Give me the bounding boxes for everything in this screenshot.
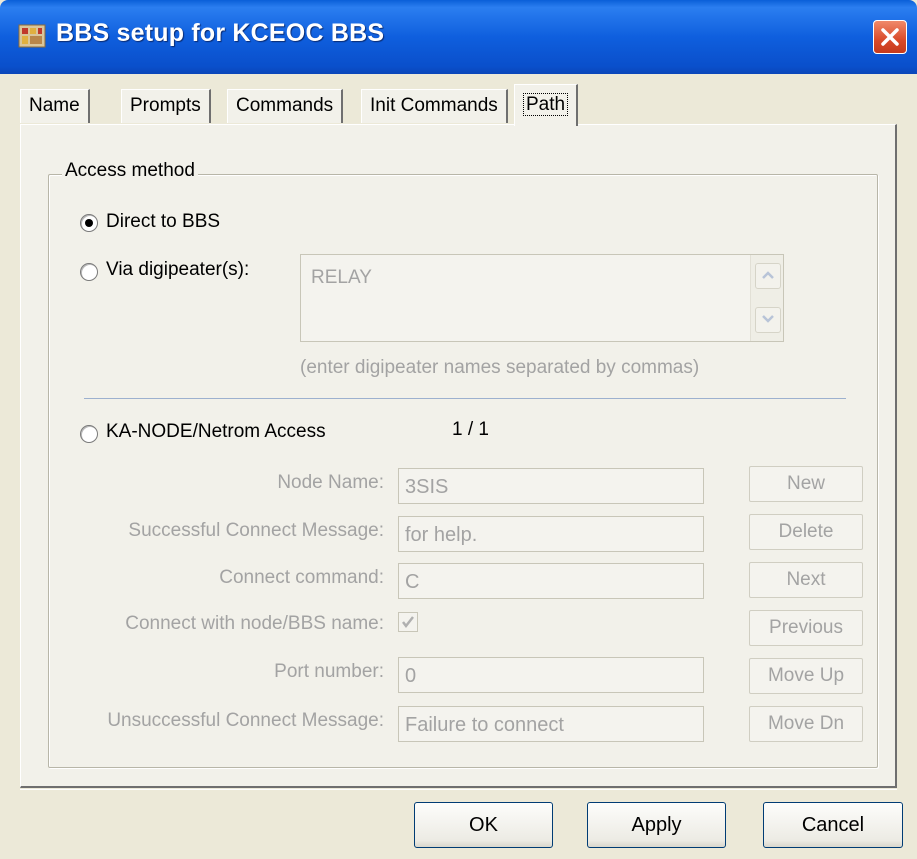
tab-path[interactable]: Path (514, 84, 579, 126)
ka-node-radio[interactable] (80, 425, 98, 443)
chevron-up-icon (762, 271, 774, 279)
window-title: BBS setup for KCEOC BBS (56, 19, 385, 47)
next-button[interactable]: Next (749, 562, 863, 598)
chevron-down-icon (762, 315, 774, 323)
connect-with-name-label: Connect with node/BBS name: (125, 613, 384, 634)
ok-button[interactable]: OK (414, 802, 553, 848)
tab-name[interactable]: Name (20, 89, 90, 123)
via-digipeater-radio[interactable] (80, 263, 98, 281)
port-number-label: Port number: (274, 661, 384, 682)
node-counter: 1 / 1 (452, 419, 489, 440)
delete-button[interactable]: Delete (749, 514, 863, 550)
textarea-scrollbar[interactable] (750, 255, 783, 341)
connect-command-label: Connect command: (219, 567, 384, 588)
bottom-separator (20, 789, 897, 790)
unsuccessful-connect-input[interactable]: Failure to connect (398, 706, 704, 742)
digipeater-value: RELAY (311, 267, 372, 288)
tab-prompts[interactable]: Prompts (121, 89, 211, 123)
close-icon (881, 28, 899, 46)
tab-commands[interactable]: Commands (227, 89, 344, 123)
group-label: Access method (62, 160, 198, 182)
cancel-button[interactable]: Cancel (763, 802, 903, 848)
checkmark-icon (402, 616, 414, 629)
connect-with-name-checkbox[interactable] (398, 612, 418, 632)
previous-button[interactable]: Previous (749, 610, 863, 646)
new-button[interactable]: New (749, 466, 863, 502)
ka-node-label: KA-NODE/Netrom Access (106, 421, 326, 442)
move-up-button[interactable]: Move Up (749, 658, 863, 694)
direct-to-bbs-label: Direct to BBS (106, 211, 221, 232)
direct-to-bbs-radio[interactable] (80, 214, 98, 232)
title-bar[interactable]: BBS setup for KCEOC BBS (0, 0, 917, 74)
app-icon (18, 22, 46, 50)
digipeater-textarea[interactable]: RELAY (300, 254, 784, 342)
unsuccessful-connect-label: Unsuccessful Connect Message: (107, 710, 384, 731)
connect-command-input[interactable]: C (398, 563, 704, 599)
via-digipeater-label: Via digipeater(s): (106, 259, 250, 280)
apply-button[interactable]: Apply (587, 802, 726, 848)
tab-init-commands[interactable]: Init Commands (361, 89, 508, 123)
successful-connect-label: Successful Connect Message: (128, 520, 384, 541)
scroll-down-button[interactable] (755, 307, 781, 333)
close-button[interactable] (873, 20, 907, 54)
port-number-input[interactable]: 0 (398, 657, 704, 693)
node-name-input[interactable]: 3SIS (398, 468, 704, 504)
move-dn-button[interactable]: Move Dn (749, 706, 863, 742)
node-name-label: Node Name: (277, 472, 384, 493)
successful-connect-input[interactable]: for help. (398, 516, 704, 552)
scroll-up-button[interactable] (755, 263, 781, 289)
separator (84, 398, 846, 399)
digipeater-hint: (enter digipeater names separated by com… (300, 357, 700, 378)
